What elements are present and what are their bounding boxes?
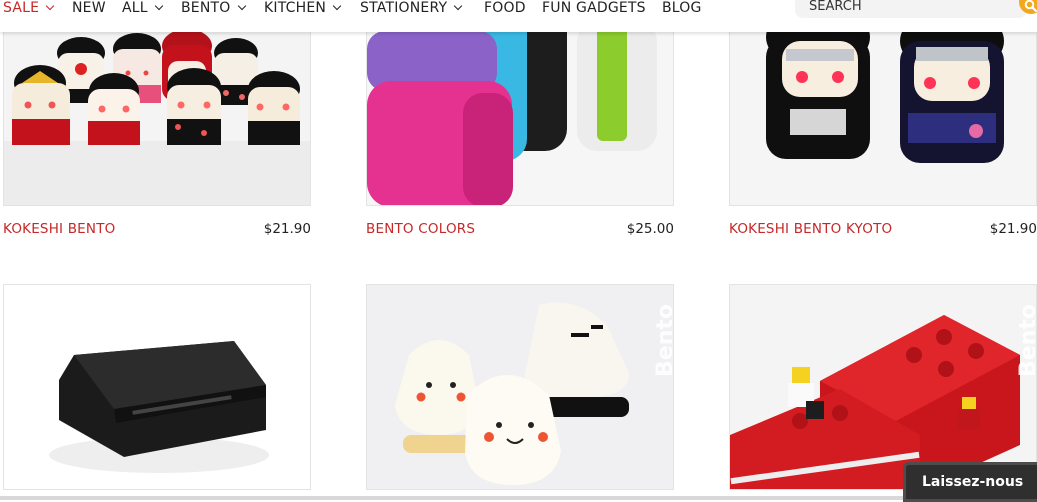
nav-item-new[interactable]: NEW [72,0,106,18]
nav-item-blog[interactable]: BLOG [662,0,702,18]
chevron-down-icon [332,1,342,11]
search-icon [1024,0,1037,13]
lego-bento-photo [730,285,1036,489]
product-image-black-bento[interactable]: Bento [3,284,311,490]
onigiri-photo [367,285,673,489]
nav-item-food[interactable]: FOOD [484,0,526,18]
product-title[interactable]: BENTO COLORS [366,221,475,237]
search-input[interactable] [809,0,989,14]
chevron-down-icon [237,1,246,11]
top-navigation: SALE NEW ALL BENTO KITCHEN STATIONERY FO… [0,0,1037,32]
watermark-text: Bento [653,304,674,377]
nav-item-bento[interactable]: BENTO [181,0,246,18]
chat-label: Laissez-nous [922,474,1024,490]
nav-item-kitchen[interactable]: KITCHEN [264,0,342,18]
nav-label-fun-gadgets: FUN GADGETS [542,0,646,16]
nav-item-stationery[interactable]: STATIONERY [360,0,463,18]
browser-bottom-bar [0,496,1037,500]
nav-label-all: ALL [122,0,148,16]
black-bento-photo [4,285,310,489]
nav-label-bento: BENTO [181,0,231,16]
product-image-lego-bento[interactable]: Bento [729,284,1037,490]
chevron-down-icon [154,1,164,11]
watermark-text: Bento [290,304,311,377]
product-price: $25.00 [626,221,674,237]
chevron-down-icon [454,1,463,11]
product-title[interactable]: KOKESHI BENTO [3,221,115,237]
product-title[interactable]: KOKESHI BENTO KYOTO [729,221,892,237]
live-chat-tab[interactable]: Laissez-nous [903,462,1037,502]
product-image-onigiri[interactable]: Bento [366,284,674,490]
watermark-text: Bento [1016,304,1037,377]
product-price: $21.90 [989,221,1037,237]
nav-label-stationery: STATIONERY [360,0,448,16]
chevron-down-icon [45,1,55,11]
nav-label-kitchen: KITCHEN [264,0,327,16]
product-price: $21.90 [263,221,311,237]
nav-label-sale: SALE [3,0,40,16]
nav-label-new: NEW [72,0,106,16]
nav-item-sale[interactable]: SALE [3,0,55,18]
nav-label-blog: BLOG [662,0,702,16]
nav-item-fun-gadgets[interactable]: FUN GADGETS [542,0,646,18]
search-box [795,0,1027,18]
nav-label-food: FOOD [484,0,526,16]
nav-item-all[interactable]: ALL [122,0,164,18]
